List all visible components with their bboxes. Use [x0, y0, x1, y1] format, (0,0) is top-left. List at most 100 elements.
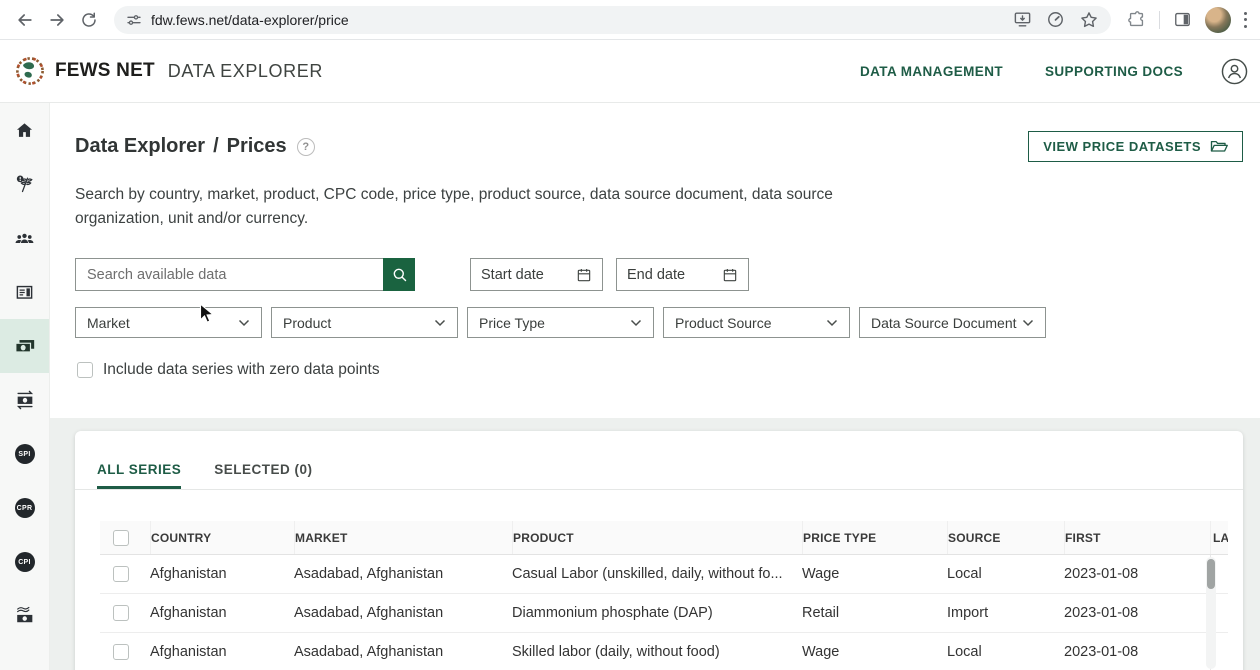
search-button[interactable]	[383, 258, 415, 291]
app-title: DATA EXPLORER	[168, 61, 323, 82]
refresh-icon	[80, 11, 98, 29]
search-input[interactable]	[75, 258, 383, 291]
sidebar-item-spi[interactable]: SPI	[0, 427, 49, 481]
search-icon	[391, 266, 408, 283]
tab-all-series[interactable]: ALL SERIES	[97, 462, 181, 489]
product-source-filter-label: Product Source	[675, 315, 772, 331]
nav-data-management[interactable]: DATA MANAGEMENT	[860, 64, 1003, 79]
end-date-field[interactable]: End date	[616, 258, 749, 291]
sidebar-item-exchange-rates[interactable]	[0, 373, 49, 427]
chevron-down-icon	[434, 319, 446, 327]
app-header: FEWS NET DATA EXPLORER DATA MANAGEMENT S…	[0, 40, 1260, 103]
product-source-filter-dropdown[interactable]: Product Source	[663, 307, 850, 338]
start-date-field[interactable]: Start date	[470, 258, 603, 291]
sidebar-item-prices[interactable]	[0, 319, 49, 373]
chevron-down-icon	[238, 319, 250, 327]
sidebar-item-home[interactable]	[0, 103, 49, 157]
table-row[interactable]: Afghanistan Asadabad, Afghanistan Diammo…	[100, 594, 1228, 633]
data-source-document-filter-label: Data Source Document	[871, 315, 1017, 331]
breadcrumb-root[interactable]: Data Explorer	[75, 135, 205, 158]
sidebar-item-population[interactable]	[0, 211, 49, 265]
breadcrumb-separator: /	[213, 135, 219, 158]
cell-source: Local	[947, 555, 1064, 593]
grain-banknote-icon	[14, 605, 36, 627]
table-row[interactable]: Afghanistan Asadabad, Afghanistan Casual…	[100, 555, 1228, 594]
column-header-market[interactable]: MARKET	[294, 521, 512, 554]
cell-market: Asadabad, Afghanistan	[294, 594, 512, 632]
tab-selected[interactable]: SELECTED (0)	[214, 462, 312, 489]
cell-source: Import	[947, 594, 1064, 632]
chevron-down-icon	[1022, 319, 1034, 327]
sidebar-item-more[interactable]	[0, 643, 49, 670]
fews-net-logo[interactable]: FEWS NET DATA EXPLORER	[14, 55, 323, 87]
extensions-icon[interactable]	[1127, 10, 1146, 29]
column-header-product[interactable]: PRODUCT	[512, 521, 802, 554]
select-all-checkbox[interactable]	[113, 530, 129, 546]
column-header-price-type[interactable]: PRICE TYPE	[802, 521, 947, 554]
cell-product: Casual Labor (unskilled, daily, without …	[512, 555, 802, 593]
zero-data-checkbox[interactable]	[77, 362, 93, 378]
table-scrollbar[interactable]	[1206, 557, 1216, 669]
banknote-icon	[14, 335, 36, 357]
money-exchange-icon	[14, 389, 36, 411]
open-folder-icon	[1210, 139, 1228, 154]
help-icon[interactable]: ?	[297, 138, 315, 156]
brand-name: FEWS NET	[55, 60, 155, 82]
end-date-label: End date	[627, 267, 685, 283]
account-button[interactable]	[1221, 58, 1248, 85]
person-icon	[1221, 58, 1248, 85]
address-bar[interactable]: fdw.fews.net/data-explorer/price	[114, 6, 1111, 34]
install-app-icon[interactable]	[1013, 10, 1032, 29]
cell-product: Skilled labor (daily, without food)	[512, 633, 802, 670]
row-checkbox[interactable]	[113, 644, 129, 660]
table-header-row: COUNTRY MARKET PRODUCT PRICE TYPE SOURCE…	[100, 521, 1228, 555]
browser-menu-icon[interactable]	[1244, 12, 1248, 28]
side-panel-icon[interactable]	[1173, 10, 1192, 29]
view-price-datasets-button[interactable]: VIEW PRICE DATASETS	[1028, 131, 1243, 162]
results-card: ALL SERIES SELECTED (0) COUNTRY MARKET P…	[75, 431, 1243, 670]
search-field-group	[75, 258, 415, 291]
column-header-first[interactable]: FIRST	[1064, 521, 1210, 554]
price-type-filter-dropdown[interactable]: Price Type	[467, 307, 654, 338]
chevron-down-icon	[826, 319, 838, 327]
back-icon	[15, 10, 35, 30]
market-filter-label: Market	[87, 315, 130, 331]
bookmark-star-icon[interactable]	[1079, 10, 1099, 30]
column-header-country[interactable]: COUNTRY	[150, 521, 294, 554]
row-checkbox[interactable]	[113, 605, 129, 621]
start-date-label: Start date	[481, 267, 544, 283]
nav-supporting-docs[interactable]: SUPPORTING DOCS	[1045, 64, 1183, 79]
cell-market: Asadabad, Afghanistan	[294, 555, 512, 593]
globe-logo-icon	[14, 55, 46, 87]
table-row[interactable]: Afghanistan Asadabad, Afghanistan Skille…	[100, 633, 1228, 670]
cell-first: 2023-01-08	[1064, 594, 1210, 632]
url-text[interactable]: fdw.fews.net/data-explorer/price	[151, 12, 1013, 28]
page-description: Search by country, market, product, CPC …	[75, 183, 915, 231]
people-icon	[14, 228, 35, 249]
cell-first: 2023-01-08	[1064, 555, 1210, 593]
sidebar-item-market-datasets[interactable]	[0, 265, 49, 319]
market-filter-dropdown[interactable]: Market	[75, 307, 262, 338]
column-header-last[interactable]: LAST	[1210, 521, 1228, 554]
sidebar-item-cpr[interactable]: CPR	[0, 481, 49, 535]
chevron-down-icon	[630, 319, 642, 327]
cell-price-type: Retail	[802, 594, 947, 632]
browser-forward-button[interactable]	[42, 5, 72, 35]
main-content: Data Explorer / Prices ? VIEW PRICE DATA…	[50, 103, 1260, 670]
site-info-icon[interactable]	[126, 12, 142, 28]
table-scrollbar-thumb[interactable]	[1207, 559, 1215, 589]
browser-refresh-button[interactable]	[74, 5, 104, 35]
column-header-source[interactable]: SOURCE	[947, 521, 1064, 554]
sidebar-item-crop-conditions[interactable]	[0, 157, 49, 211]
browser-profile-avatar[interactable]	[1205, 7, 1231, 33]
performance-icon[interactable]	[1046, 10, 1065, 29]
sidebar-item-grain-prices[interactable]	[0, 589, 49, 643]
partial-bottom-icon	[15, 658, 35, 670]
row-checkbox[interactable]	[113, 566, 129, 582]
cpi-badge-icon: CPI	[15, 552, 35, 572]
product-filter-dropdown[interactable]: Product	[271, 307, 458, 338]
data-source-document-filter-dropdown[interactable]: Data Source Document	[859, 307, 1046, 338]
cell-price-type: Wage	[802, 555, 947, 593]
sidebar-item-cpi[interactable]: CPI	[0, 535, 49, 589]
browser-back-button[interactable]	[10, 5, 40, 35]
